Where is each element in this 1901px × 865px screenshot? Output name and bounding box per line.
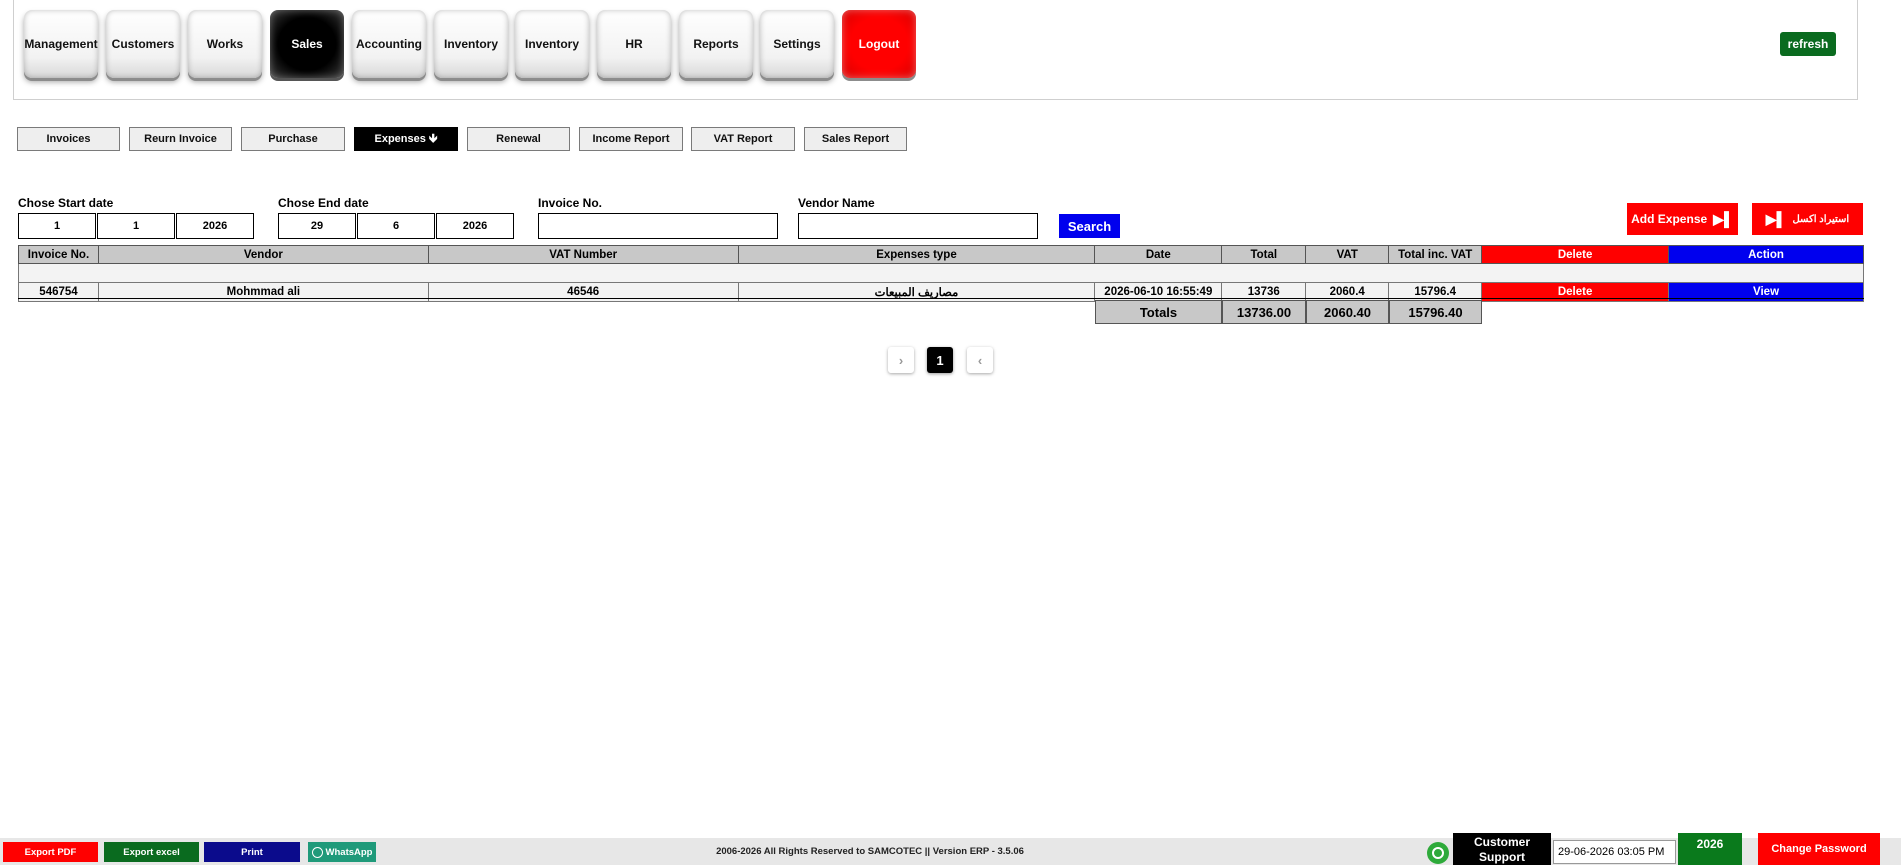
add-expense-label: Add Expense [1631,212,1708,226]
col-action: Action [1668,245,1864,264]
totals-vat: 2060.40 [1306,300,1389,324]
end-day-field[interactable]: 29 [278,213,356,239]
subnav-label: VAT Report [713,133,773,145]
start-month-field[interactable]: 1 [97,213,175,239]
subnav-invoices[interactable]: Invoices [17,127,120,151]
next-page-button[interactable]: › [888,347,914,373]
totals-total-inc-vat: 15796.40 [1389,300,1482,324]
spacer-cell [18,263,1864,283]
end-month-field[interactable]: 6 [357,213,435,239]
subnav-label: Reurn Invoice [144,133,217,145]
print-button[interactable]: Print [204,842,300,862]
nav-logout[interactable]: Logout [842,10,916,78]
nav-customers[interactable]: Customers [106,10,180,78]
nav-works[interactable]: Works [188,10,262,78]
nav-settings[interactable]: Settings [760,10,834,78]
col-vat: VAT [1305,245,1390,264]
subnav-sales-report[interactable]: Sales Report [804,127,907,151]
nav-label: Settings [773,37,821,51]
nav-label: Logout [858,37,900,51]
whatsapp-icon [311,846,323,858]
subnav-label: Income Report [592,133,670,145]
prev-page-button[interactable]: ‹ [967,347,993,373]
year-badge: 2026 [1678,833,1742,865]
top-nav-bar: Management Customers Works Sales Account… [13,0,1858,100]
totals-total: 13736.00 [1222,300,1306,324]
export-excel-button[interactable]: Export excel [104,842,199,862]
start-date-label: Chose Start date [18,196,114,210]
vendor-name-input[interactable] [798,213,1038,239]
nav-sales[interactable]: Sales [270,10,344,78]
col-invoice-no: Invoice No. [18,245,99,264]
end-year-field[interactable]: 2026 [436,213,514,239]
table-header-row: Invoice No. Vendor VAT Number Expenses t… [18,245,1864,264]
subnav-expenses[interactable]: Expenses 🡻 [354,127,458,151]
nav-label: Customers [111,37,175,51]
customer-support-button[interactable]: Customer Support [1453,833,1551,865]
end-date-label: Chose End date [278,196,369,210]
subnav-label: Expenses [374,133,426,145]
subnav-purchase[interactable]: Purchase [241,127,345,151]
whatsapp-button[interactable]: WhatsApp [308,842,376,862]
subnav-return-invoice[interactable]: Reurn Invoice [129,127,232,151]
search-button[interactable]: Search [1059,214,1120,238]
col-expenses-type: Expenses type [737,245,1096,264]
subnav-label: Sales Report [821,133,890,145]
nav-management[interactable]: Management [24,10,98,78]
subnav-label: Invoices [46,133,91,145]
nav-inventory-2[interactable]: Inventory [515,10,589,78]
import-excel-button[interactable]: ▶▌ استيراد اكسل [1752,203,1863,235]
nav-label: HR [625,37,643,51]
col-delete: Delete [1481,245,1670,264]
arrow-down-icon: 🡻 [428,130,438,145]
expenses-table: Invoice No. Vendor VAT Number Expenses t… [18,245,1864,302]
whatsapp-support-icon[interactable] [1427,842,1449,864]
add-expense-button[interactable]: Add Expense ▶▌ [1627,203,1738,235]
col-date: Date [1094,245,1223,264]
nav-label: Inventory [524,37,579,51]
spacer-row [18,263,1864,283]
subnav-renewal[interactable]: Renewal [467,127,570,151]
nav-label: Management [24,37,98,51]
skip-forward-icon: ▶▌ [1713,210,1734,227]
chevron-left-icon: ‹ [977,352,983,368]
nav-label: Accounting [356,37,422,51]
col-vat-number: VAT Number [427,245,739,264]
phone-icon [1432,847,1444,859]
datetime-display: 29-06-2026 03:05 PM [1553,840,1676,864]
nav-hr[interactable]: HR [597,10,671,78]
chevron-right-icon: › [898,352,904,368]
col-total-inc-vat: Total inc. VAT [1388,245,1483,264]
nav-label: Works [206,37,244,51]
col-vendor: Vendor [97,245,429,264]
nav-accounting[interactable]: Accounting [352,10,426,78]
whatsapp-label: WhatsApp [325,846,373,858]
skip-forward-icon: ▶▌ [1765,210,1787,227]
nav-label: Reports [693,37,739,51]
import-excel-label: استيراد اكسل [1792,213,1850,225]
refresh-button[interactable]: refresh [1780,32,1836,56]
totals-divider [18,298,1864,299]
nav-label: Inventory [443,37,498,51]
nav-label: Sales [291,37,323,51]
col-total: Total [1221,245,1307,264]
start-year-field[interactable]: 2026 [176,213,254,239]
subnav-label: Purchase [268,133,318,145]
subnav-income-report[interactable]: Income Report [579,127,683,151]
start-day-field[interactable]: 1 [18,213,96,239]
export-pdf-button[interactable]: Export PDF [3,842,98,862]
totals-label: Totals [1095,300,1222,324]
vendor-name-label: Vendor Name [798,196,875,210]
nav-inventory[interactable]: Inventory [434,10,508,78]
change-password-button[interactable]: Change Password [1758,833,1880,865]
page-1-button[interactable]: 1 [927,347,953,373]
nav-reports[interactable]: Reports [679,10,753,78]
copyright-text: 2006-2026 All Rights Reserved to SAMCOTE… [716,846,1024,857]
invoice-no-input[interactable] [538,213,778,239]
invoice-no-label: Invoice No. [538,196,603,210]
subnav-label: Renewal [496,133,541,145]
subnav-vat-report[interactable]: VAT Report [691,127,795,151]
